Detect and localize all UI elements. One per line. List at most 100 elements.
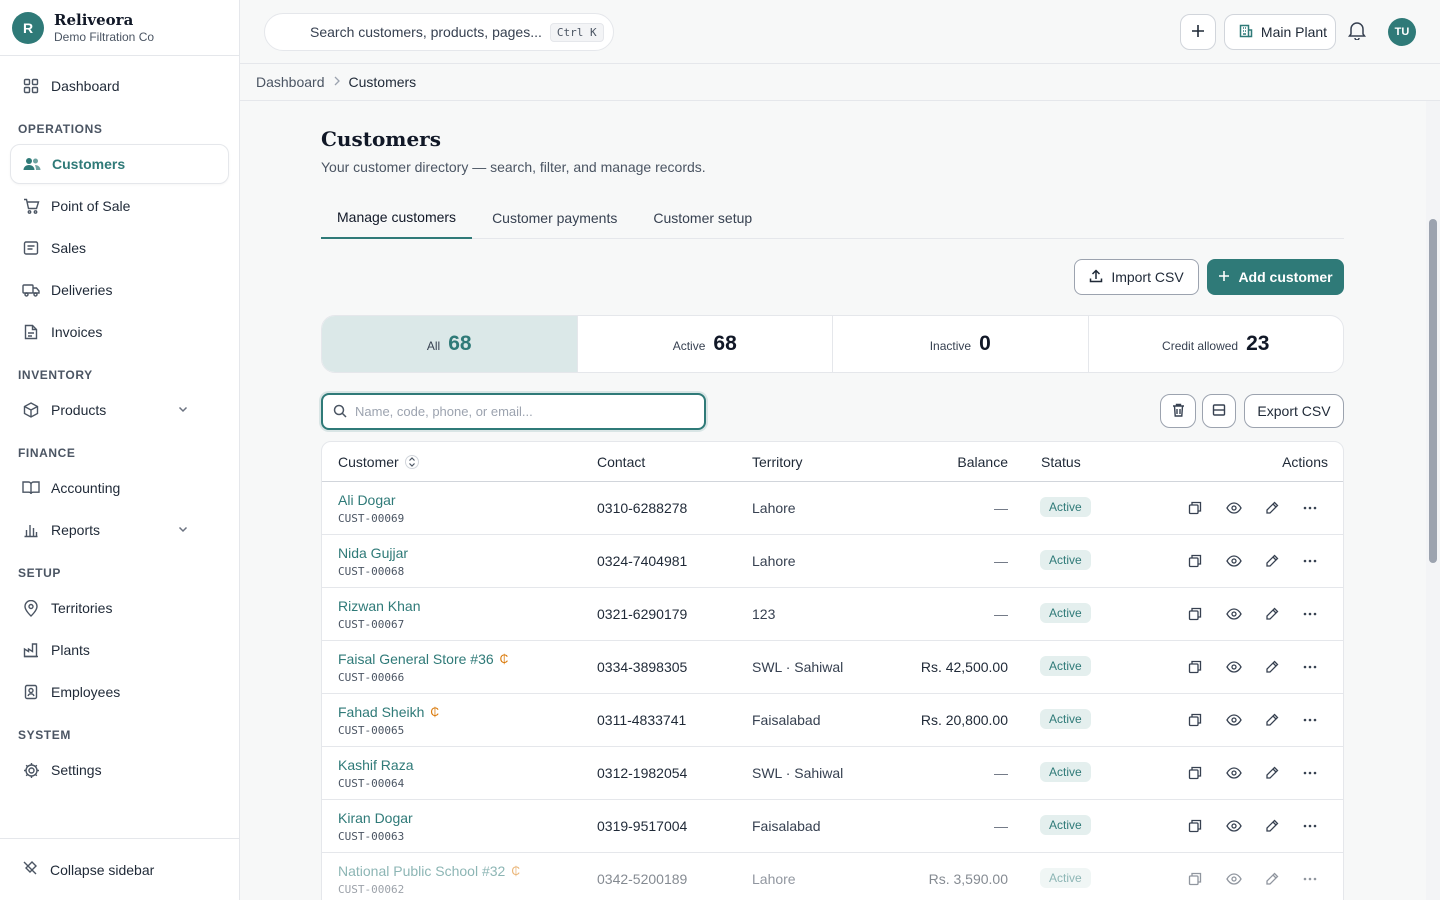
eye-icon[interactable] (1225, 605, 1243, 623)
tab-customer-payments[interactable]: Customer payments (476, 196, 633, 239)
more-icon[interactable] (1301, 552, 1319, 570)
edit-icon[interactable] (1263, 870, 1281, 888)
customer-contact: 0319-9517004 (597, 818, 688, 834)
customer-name-link[interactable]: Fahad Sheikh ₵ (338, 704, 439, 720)
eye-icon[interactable] (1225, 499, 1243, 517)
duplicate-icon[interactable] (1186, 817, 1204, 835)
duplicate-icon[interactable] (1186, 499, 1204, 517)
eye-icon[interactable] (1225, 764, 1243, 782)
duplicate-icon[interactable] (1186, 658, 1204, 676)
sidebar-item-sales[interactable]: Sales (10, 228, 229, 268)
table-row[interactable]: Kiran Dogar CUST-00063 0319-9517004 Fais… (322, 800, 1343, 853)
sidebar-item-customers[interactable]: Customers (10, 144, 229, 184)
duplicate-icon[interactable] (1186, 711, 1204, 729)
sidebar-item-invoices[interactable]: Invoices (10, 312, 229, 352)
table-row[interactable]: Faisal General Store #36 ₵ CUST-00066 033… (322, 641, 1343, 694)
sidebar-item-deliveries[interactable]: Deliveries (10, 270, 229, 310)
edit-icon[interactable] (1263, 605, 1281, 623)
table-row[interactable]: Fahad Sheikh ₵ CUST-00065 0311-4833741 Fa… (322, 694, 1343, 747)
customer-contact: 0311-4833741 (597, 712, 687, 728)
col-customer[interactable]: Customer (338, 454, 419, 470)
more-icon[interactable] (1301, 658, 1319, 676)
customer-name-link[interactable]: Nida Gujjar (338, 545, 408, 561)
customer-name-link[interactable]: Kiran Dogar (338, 810, 413, 826)
customer-name-link[interactable]: National Public School #32 ₵ (338, 863, 520, 879)
more-icon[interactable] (1301, 711, 1319, 729)
col-customer-label: Customer (338, 454, 399, 470)
add-customer-button[interactable]: Add customer (1207, 259, 1344, 295)
customer-name-link[interactable]: Rizwan Khan (338, 598, 421, 614)
chevron-down-icon[interactable] (177, 402, 189, 418)
file-icon (22, 323, 40, 341)
customer-code: CUST-00063 (338, 830, 405, 843)
customer-contact: 0334-3898305 (597, 659, 688, 675)
table-row[interactable]: Ali Dogar CUST-00069 0310-6288278 Lahore… (322, 482, 1343, 535)
tab-manage-customers[interactable]: Manage customers (321, 196, 473, 239)
eye-icon[interactable] (1225, 870, 1243, 888)
duplicate-icon[interactable] (1186, 764, 1204, 782)
breadcrumb-dashboard[interactable]: Dashboard (256, 74, 325, 90)
stat-credit-allowed[interactable]: Credit allowed 23 (1089, 316, 1344, 372)
table-row[interactable]: Nida Gujjar CUST-00068 0324-7404981 Laho… (322, 535, 1343, 588)
stat-all[interactable]: All 68 (322, 316, 578, 372)
duplicate-icon[interactable] (1186, 552, 1204, 570)
avatar[interactable]: TU (1388, 18, 1416, 46)
global-search-input[interactable]: Search customers, products, pages... Ctr… (264, 13, 614, 51)
stat-label: All (426, 339, 441, 353)
stat-inactive[interactable]: Inactive 0 (833, 316, 1089, 372)
bell-icon[interactable] (1348, 20, 1366, 43)
more-icon[interactable] (1301, 764, 1319, 782)
scroll-thumb[interactable] (1429, 219, 1437, 563)
export-csv-button[interactable]: Export CSV (1244, 394, 1344, 428)
edit-icon[interactable] (1263, 658, 1281, 676)
eye-icon[interactable] (1225, 552, 1243, 570)
sidebar-item-dashboard[interactable]: Dashboard (10, 66, 229, 106)
credit-icon: ₵ (499, 652, 509, 666)
customer-search-input[interactable]: Name, code, phone, or email... (321, 393, 706, 430)
more-icon[interactable] (1301, 499, 1319, 517)
plant-switcher-button[interactable]: Main Plant (1224, 14, 1336, 50)
eye-icon[interactable] (1225, 711, 1243, 729)
edit-icon[interactable] (1263, 764, 1281, 782)
duplicate-icon[interactable] (1186, 605, 1204, 623)
sidebar-item-accounting[interactable]: Accounting (10, 468, 229, 508)
sidebar-item-point-of-sale[interactable]: Point of Sale (10, 186, 229, 226)
sidebar-item-settings[interactable]: Settings (10, 750, 229, 790)
table-row[interactable]: Rizwan Khan CUST-00067 0321-6290179 123 … (322, 588, 1343, 641)
delete-button[interactable] (1160, 394, 1196, 428)
duplicate-icon[interactable] (1186, 870, 1204, 888)
import-csv-button[interactable]: Import CSV (1074, 259, 1199, 295)
sidebar-item-products[interactable]: Products (10, 390, 229, 430)
columns-button[interactable] (1202, 394, 1236, 428)
sidebar-item-plants[interactable]: Plants (10, 630, 229, 670)
customer-name-link[interactable]: Kashif Raza (338, 757, 413, 773)
sidebar-nav: Dashboard OPERATIONS Customers Point of … (0, 56, 239, 798)
more-icon[interactable] (1301, 817, 1319, 835)
customer-name-link[interactable]: Ali Dogar (338, 492, 396, 508)
edit-icon[interactable] (1263, 499, 1281, 517)
more-icon[interactable] (1301, 870, 1319, 888)
eye-icon[interactable] (1225, 658, 1243, 676)
edit-icon[interactable] (1263, 552, 1281, 570)
customer-name-link[interactable]: Faisal General Store #36 ₵ (338, 651, 508, 667)
tab-customer-setup[interactable]: Customer setup (637, 196, 768, 239)
customer-name: Rizwan Khan (338, 598, 421, 614)
sidebar-item-label: Accounting (51, 480, 121, 496)
status-badge: Active (1040, 868, 1091, 888)
edit-icon[interactable] (1263, 817, 1281, 835)
edit-icon[interactable] (1263, 711, 1281, 729)
sidebar-item-territories[interactable]: Territories (10, 588, 229, 628)
building-icon (1239, 24, 1253, 41)
chevron-down-icon[interactable] (177, 522, 189, 538)
brand[interactable]: R Reliveora Demo Filtration Co (0, 0, 239, 56)
collapse-sidebar-button[interactable]: Collapse sidebar (0, 838, 239, 900)
eye-icon[interactable] (1225, 817, 1243, 835)
more-icon[interactable] (1301, 605, 1319, 623)
table-row[interactable]: Kashif Raza CUST-00064 0312-1982054 SWL … (322, 747, 1343, 800)
quick-add-button[interactable] (1180, 14, 1216, 50)
stat-active[interactable]: Active 68 (578, 316, 833, 372)
sidebar-item-reports[interactable]: Reports (10, 510, 229, 550)
sidebar-item-employees[interactable]: Employees (10, 672, 229, 712)
table-row[interactable]: National Public School #32 ₵ CUST-00062 0… (322, 853, 1343, 900)
scrollbar[interactable] (1426, 101, 1440, 900)
